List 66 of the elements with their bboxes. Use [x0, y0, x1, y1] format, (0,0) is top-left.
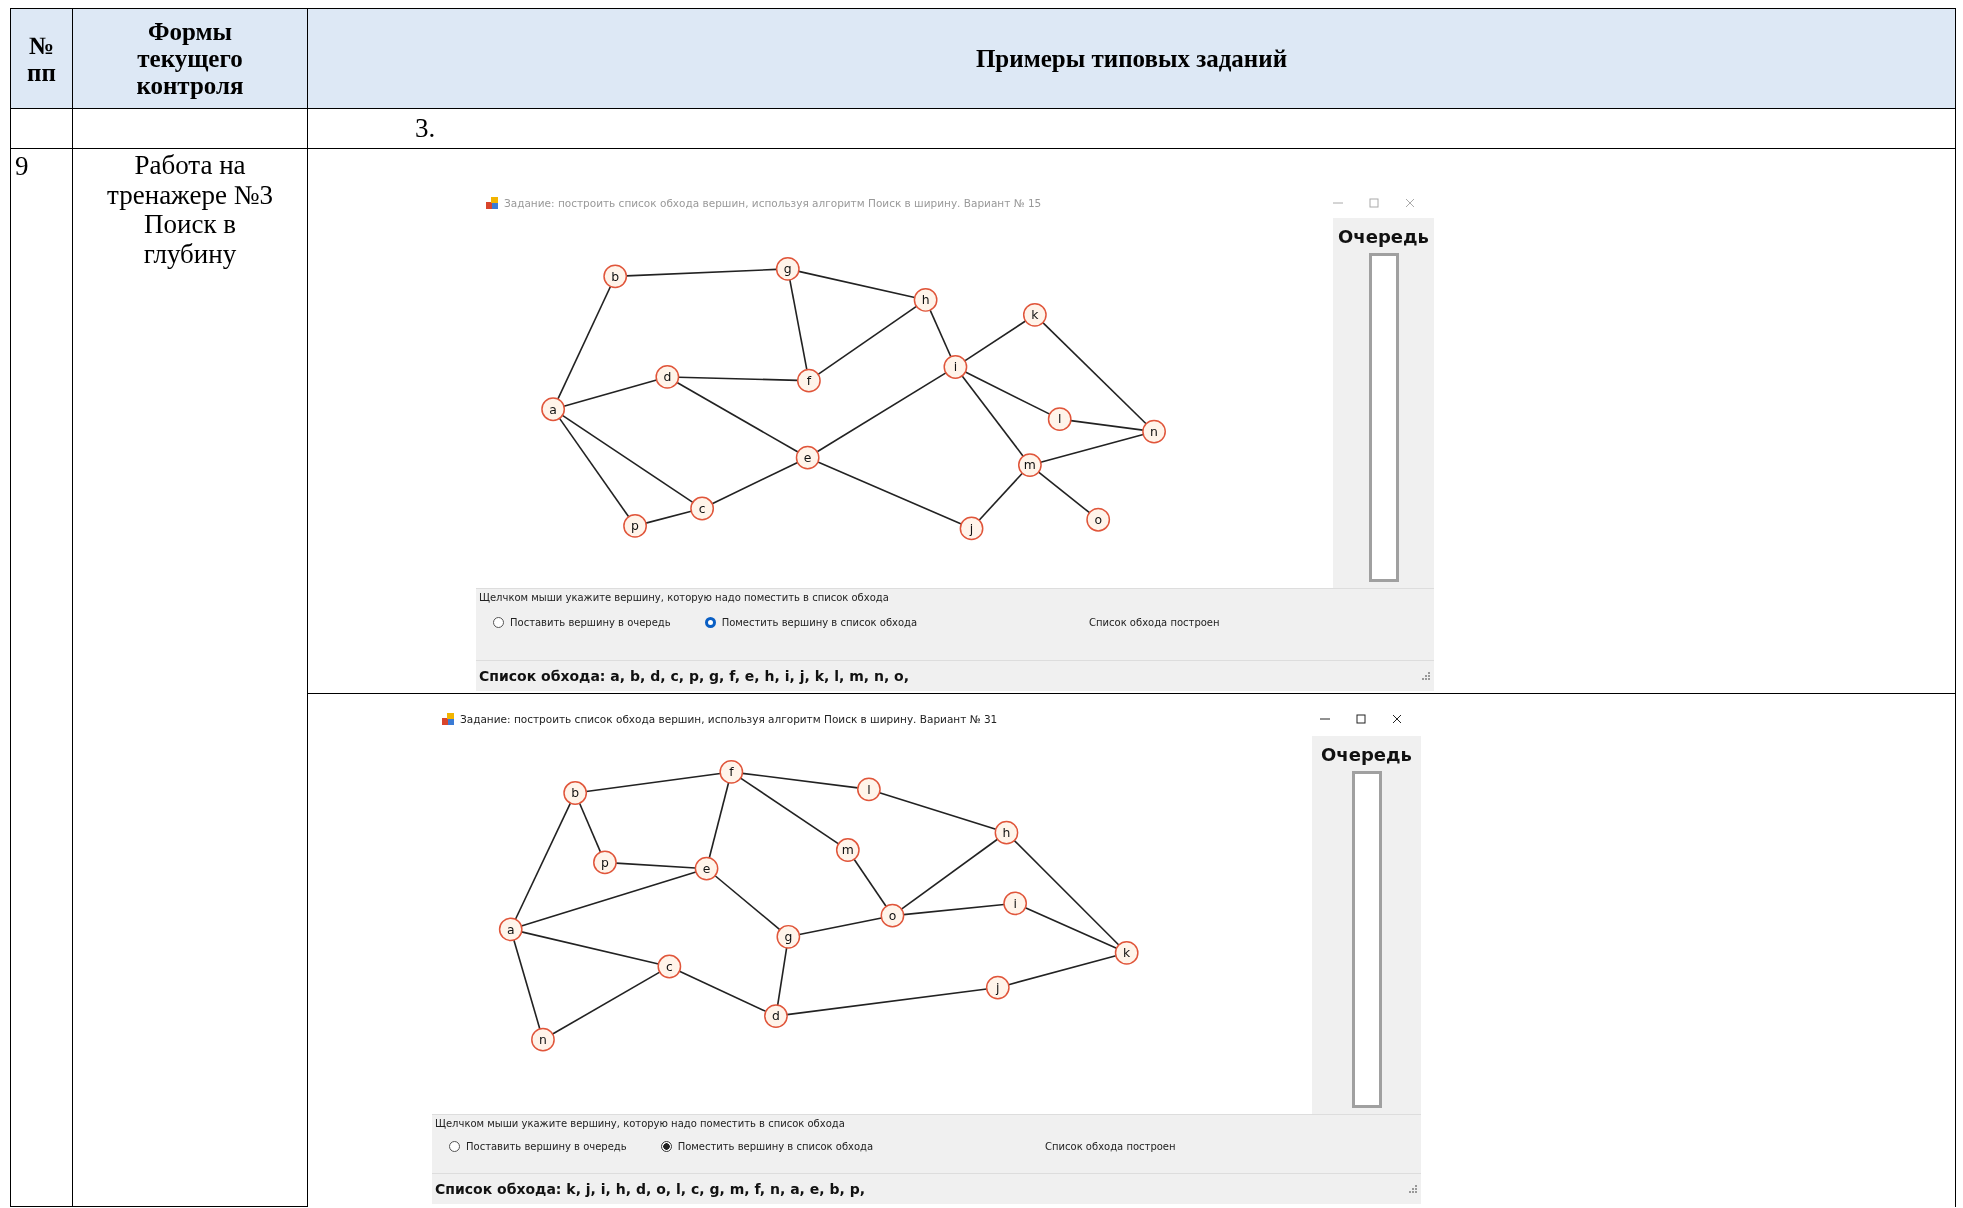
graph-node[interactable]: c: [657, 954, 682, 979]
window-title: Задание: построить список обхода вершин, используя алгоритм Поиск в ширину. Вариант № 15: [504, 197, 1043, 209]
radio-option[interactable]: Поставить вершину в очередь: [493, 617, 671, 628]
table-cell-text: 3.: [415, 113, 436, 144]
graph-node[interactable]: o: [1086, 507, 1111, 532]
graph-edge: [929, 309, 952, 358]
graph-node[interactable]: b: [603, 264, 628, 289]
graph-node[interactable]: m: [1018, 453, 1042, 477]
graph-node[interactable]: k: [1114, 941, 1139, 965]
queue-label: Очередь: [1338, 226, 1429, 247]
graph-node[interactable]: f: [719, 760, 744, 784]
graph-node[interactable]: m: [835, 838, 860, 862]
instruction-text: Щелчком мыши укажите вершину, которую надо поместить в список обхода: [479, 592, 890, 603]
column-header: Формы текущего контроля: [135, 18, 245, 99]
column-header: № пп: [26, 31, 57, 86]
graph-node[interactable]: e: [795, 445, 820, 470]
graph-node[interactable]: p: [623, 514, 647, 538]
radio-option[interactable]: Поместить вершину в список обхода: [660, 1141, 874, 1152]
table-cell-text: Работа на тренажере №3 Поиск в глубину: [106, 151, 274, 272]
graph-edge: [963, 320, 1027, 362]
graph-edge: [714, 874, 781, 931]
app-icon: [442, 713, 454, 725]
traversal-list: Список обхода: a, b, d, c, p, g, f, e, h, i, j, k, l, m, n, o,: [479, 668, 910, 684]
traversal-list: Список обхода: k, j, i, h, d, o, l, c, g, m, f, n, a, e, b, p,: [435, 1181, 866, 1197]
window-title: Задание: построить список обхода вершин, используя алгоритм Поиск в ширину. Вариант № 31: [460, 713, 999, 725]
column-header: Примеры типовых заданий: [975, 45, 1288, 72]
graph-node[interactable]: i: [943, 355, 968, 379]
graph-node[interactable]: d: [655, 365, 680, 389]
instruction-text: Щелчком мыши укажите вершину, которую надо поместить в список обхода: [435, 1118, 846, 1129]
graph-edge: [1037, 471, 1091, 514]
resize-grip-icon[interactable]: [1409, 1185, 1417, 1193]
maximize-icon[interactable]: [1355, 713, 1367, 725]
radio-option[interactable]: Поместить вершину в список обхода: [704, 617, 918, 628]
graph-node[interactable]: f: [796, 368, 821, 393]
graph-node[interactable]: a: [541, 397, 566, 422]
graph-node[interactable]: o: [880, 903, 905, 928]
queue-label: Очередь: [1321, 744, 1412, 765]
graph-node[interactable]: d: [764, 1004, 788, 1028]
graph-node[interactable]: j: [985, 975, 1010, 1000]
graph-edge: [578, 802, 602, 853]
status-text: Список обхода построен: [1045, 1141, 1176, 1152]
graph-node[interactable]: n: [531, 1027, 555, 1052]
graph-node[interactable]: h: [994, 820, 1019, 845]
graph-node[interactable]: l: [857, 777, 881, 802]
graph-node[interactable]: l: [1047, 407, 1072, 432]
graph-node[interactable]: c: [690, 496, 715, 521]
close-icon[interactable]: [1391, 713, 1403, 725]
graph-node[interactable]: g: [776, 924, 801, 949]
graph-node[interactable]: n: [1142, 419, 1166, 444]
graph-node[interactable]: g: [775, 257, 800, 281]
graph-node[interactable]: h: [913, 288, 938, 312]
graph-node[interactable]: j: [959, 516, 984, 541]
row-number: 9: [15, 151, 29, 181]
graph-edge: [853, 858, 887, 908]
graph-node[interactable]: k: [1022, 302, 1047, 327]
radio-option[interactable]: Поставить вершину в очередь: [449, 1141, 627, 1152]
app-icon: [486, 197, 498, 209]
graph-node[interactable]: i: [1003, 891, 1028, 916]
graph-node[interactable]: b: [563, 781, 588, 805]
graph-edge: [978, 472, 1024, 521]
graph-node[interactable]: e: [694, 856, 719, 881]
status-text: Список обхода построен: [1089, 617, 1220, 628]
resize-grip-icon[interactable]: [1422, 672, 1430, 680]
graph-edge: [645, 510, 693, 524]
graph-node[interactable]: p: [593, 850, 617, 875]
graph-node[interactable]: a: [498, 917, 523, 942]
